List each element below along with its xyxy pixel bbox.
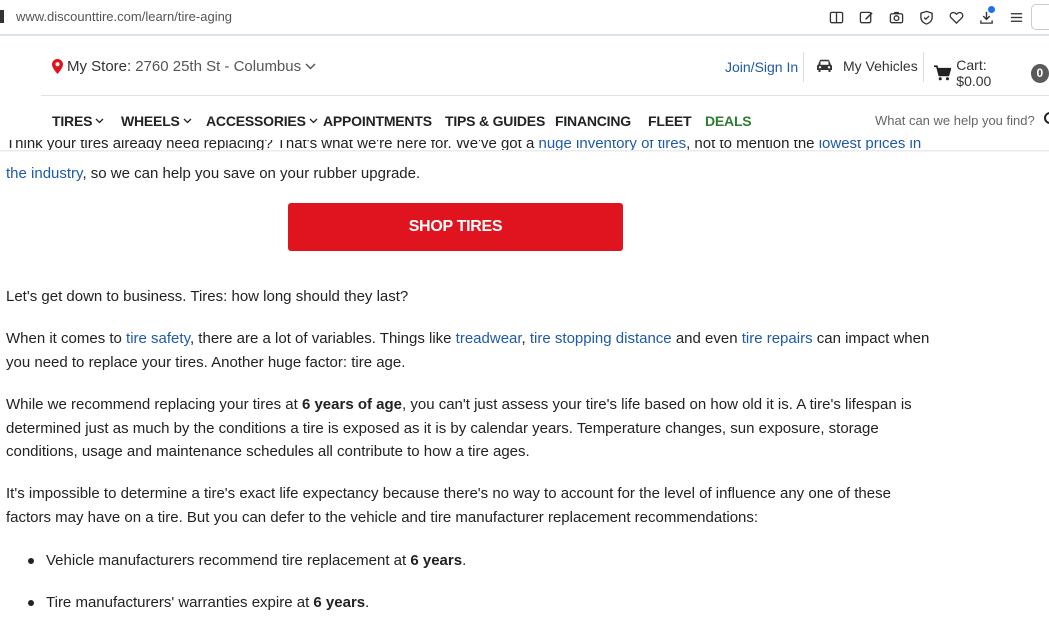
join-sign-in-link[interactable]: Join/Sign In	[725, 59, 798, 75]
nav-financing[interactable]: FINANCING	[555, 113, 631, 129]
tire-stopping-distance-link[interactable]: tire stopping distance	[530, 330, 672, 347]
nav-label: WHEELS	[121, 113, 180, 129]
nav-label: FLEET	[648, 113, 692, 129]
site-info-icon[interactable]	[0, 10, 4, 23]
nav-tires[interactable]: TIRES	[52, 113, 104, 129]
chevron-down-icon	[309, 118, 318, 124]
nav-accessories[interactable]: ACCESSORIES	[206, 113, 318, 129]
nav-label: APPOINTMENTS	[323, 113, 432, 129]
nav-tips-guides[interactable]: TIPS & GUIDES	[445, 113, 545, 129]
bullet-icon	[28, 600, 34, 606]
store-label: My Store:	[67, 58, 132, 75]
car-icon	[817, 59, 832, 72]
store-value: 2760 25th St - Columbus	[135, 58, 302, 75]
my-store-selector[interactable]: My Store: 2760 25th St - Columbus	[52, 58, 316, 75]
cart-icon	[934, 65, 952, 81]
text: and even	[671, 330, 742, 347]
cart-count-badge: 0	[1030, 63, 1049, 83]
paragraph-tire-age: While we recommend replacing your tires …	[6, 393, 931, 464]
nav-label: DEALS	[705, 113, 752, 129]
chevron-down-icon	[183, 118, 192, 124]
nav-appointments[interactable]: APPOINTMENTS	[323, 113, 432, 129]
header-shadow	[0, 150, 1049, 152]
nav-label: TIRES	[52, 113, 93, 129]
text: While we recommend replacing your tires …	[6, 396, 302, 413]
menu-icon[interactable]	[1001, 6, 1031, 28]
browser-tools	[821, 4, 1049, 30]
reader-view-icon[interactable]	[821, 6, 851, 28]
tire-safety-link[interactable]: tire safety	[126, 330, 190, 347]
chevron-down-icon	[305, 63, 316, 70]
screenshot-icon[interactable]	[881, 6, 911, 28]
my-vehicles-label: My Vehicles	[843, 58, 918, 74]
text: Vehicle manufacturers recommend tire rep…	[46, 552, 407, 569]
tire-repairs-link[interactable]: tire repairs	[742, 330, 813, 347]
text: ,	[521, 330, 530, 347]
shield-icon[interactable]	[911, 6, 941, 28]
intro-paragraph-line2: the industry, so we can help you save on…	[6, 162, 420, 186]
list-item: Vehicle manufacturers recommend tire rep…	[28, 549, 466, 573]
paragraph-tire-safety: When it comes to tire safety, there are …	[6, 327, 931, 374]
bullet-icon	[28, 558, 34, 564]
cart-link[interactable]: Cart: $0.00 0	[934, 57, 1049, 89]
profile-button[interactable]	[1031, 4, 1049, 30]
download-indicator-dot	[988, 6, 995, 13]
nav-label: TIPS & GUIDES	[445, 113, 546, 129]
cart-label: Cart: $0.00	[956, 57, 992, 89]
emphasis: 6 years of age	[301, 396, 403, 413]
site-utility-bar: My Store: 2760 25th St - Columbus Join/S…	[0, 38, 1049, 95]
download-icon[interactable]	[971, 6, 1001, 28]
divider	[923, 52, 924, 82]
shop-tires-button[interactable]: SHOP TIRES	[288, 203, 623, 251]
treadwear-link[interactable]: treadwear	[456, 330, 522, 347]
browser-toolbar: www.discounttire.com/learn/tire-aging	[0, 0, 1049, 36]
location-pin-icon	[52, 59, 63, 74]
search-icon[interactable]	[1043, 112, 1049, 126]
text: Tire manufacturers' warranties expire at	[46, 594, 310, 611]
paragraph-life-expectancy: It's impossible to determine a tire's ex…	[6, 485, 891, 526]
nav-wheels[interactable]: WHEELS	[121, 113, 192, 129]
text: .	[365, 594, 370, 611]
text: , there are a lot of variables. Things l…	[189, 330, 456, 347]
text: .	[462, 552, 467, 569]
emphasis: 6 years	[313, 594, 366, 611]
edit-icon[interactable]	[851, 6, 881, 28]
lowest-prices-link-cont[interactable]: the industry	[6, 165, 82, 182]
favorite-icon[interactable]	[941, 6, 971, 28]
nav-deals[interactable]: DEALS	[705, 113, 752, 129]
emphasis: 6 years	[410, 552, 463, 569]
nav-label: FINANCING	[555, 113, 631, 129]
list-item: Tire manufacturers' warranties expire at…	[28, 591, 369, 615]
address-bar[interactable]: www.discounttire.com/learn/tire-aging	[16, 9, 232, 24]
nav-label: ACCESSORIES	[206, 113, 306, 129]
intro-text: , so we can help you save on your rubber…	[82, 165, 421, 182]
divider	[803, 52, 804, 82]
chevron-down-icon	[95, 118, 104, 124]
text: When it comes to	[6, 330, 127, 347]
my-vehicles-link[interactable]: My Vehicles	[816, 58, 918, 74]
site-search-input[interactable]: What can we help you find?	[875, 113, 1035, 128]
nav-fleet[interactable]: FLEET	[648, 113, 692, 129]
paragraph-tire-lifespan-intro: Let's get down to business. Tires: how l…	[6, 288, 409, 305]
